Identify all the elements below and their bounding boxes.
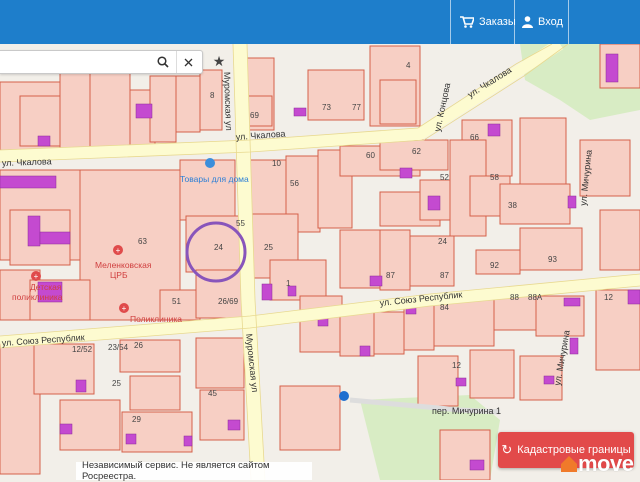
house-number: 26	[134, 341, 143, 350]
street-label: ул. Чкалова	[2, 156, 52, 168]
cadastral-map[interactable]: + + + ул. Чкалова ул. Чкалова ул. Чкалов…	[0, 44, 640, 480]
separator	[450, 0, 451, 44]
house-number: 84	[440, 303, 449, 312]
street-label: Муромская ул	[222, 72, 234, 131]
user-icon	[522, 16, 533, 28]
poi-label: Детская	[30, 282, 62, 292]
disclaimer: Независимый сервис. Не является сайтом Р…	[76, 460, 312, 482]
separator	[514, 0, 515, 44]
house-number: 24	[214, 243, 223, 252]
logo: move	[560, 450, 634, 478]
close-icon[interactable]	[176, 51, 199, 73]
house-number: 69	[250, 111, 259, 120]
logo-text: move	[578, 451, 634, 476]
house-number: 77	[352, 103, 361, 112]
poi-label: поликлиника	[12, 292, 63, 302]
house-number: 52	[440, 173, 449, 182]
house-number: 25	[264, 243, 273, 252]
search-icon[interactable]	[152, 51, 174, 73]
house-number: 12/52	[72, 345, 93, 354]
house-number: 66	[470, 133, 479, 142]
svg-text:+: +	[34, 272, 39, 281]
house-number: 1	[286, 279, 291, 288]
house-number: 25	[112, 379, 121, 388]
house-number: 23/54	[108, 343, 129, 352]
house-number: 8	[210, 91, 215, 100]
top-bar: Заказы Вход	[0, 0, 640, 44]
svg-text:+: +	[116, 246, 121, 255]
poi-label: ЦРБ	[110, 270, 128, 280]
poi-label: Поликлиника	[130, 314, 182, 324]
poi-label: Товары для дома	[180, 174, 249, 184]
svg-text:+: +	[122, 304, 127, 313]
house-number: 45	[208, 389, 217, 398]
house-number: 4	[406, 61, 411, 70]
poi-label: Меленковская	[95, 260, 152, 270]
house-number: 10	[272, 159, 281, 168]
house-number: 63	[138, 237, 147, 246]
star-icon[interactable]: ★	[208, 50, 230, 72]
house-number: 55	[236, 219, 245, 228]
cart-icon	[460, 16, 474, 28]
house-number: 26/69	[218, 297, 239, 306]
search-box	[0, 50, 203, 74]
separator	[568, 0, 569, 44]
search-input[interactable]	[4, 53, 148, 71]
house-number: 29	[132, 415, 141, 424]
house-number: 88А	[528, 293, 543, 302]
street-label: пер. Мичурина 1	[432, 406, 501, 416]
house-number: 38	[508, 201, 517, 210]
login-label: Вход	[538, 16, 563, 28]
house-number: 73	[322, 103, 331, 112]
house-number: 58	[490, 173, 499, 182]
orders-button[interactable]: Заказы	[460, 0, 516, 44]
login-button[interactable]: Вход	[522, 0, 563, 44]
house-number: 88	[510, 293, 519, 302]
house-number: 60	[366, 151, 375, 160]
house-number: 51	[172, 297, 181, 306]
house-number: 12	[452, 361, 461, 370]
house-icon	[561, 456, 577, 472]
house-number: 12	[604, 293, 613, 302]
orders-label: Заказы	[479, 16, 516, 28]
house-number: 87	[440, 271, 449, 280]
house-number: 62	[412, 147, 421, 156]
house-number: 87	[386, 271, 395, 280]
house-number: 93	[548, 255, 557, 264]
house-number: 56	[290, 179, 299, 188]
house-number: 24	[438, 237, 447, 246]
house-number: 92	[490, 261, 499, 270]
refresh-icon: ↻	[501, 442, 513, 457]
